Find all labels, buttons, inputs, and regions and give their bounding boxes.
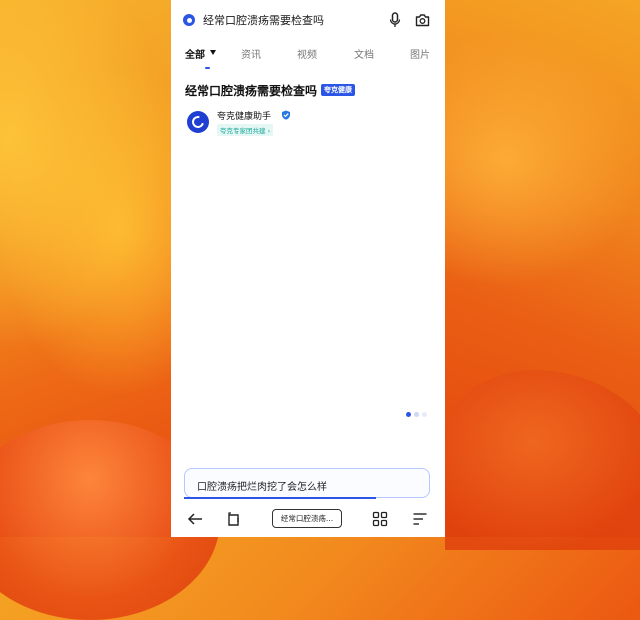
search-query[interactable]: 经常口腔溃疡需要检查吗 (203, 12, 324, 28)
grid-icon[interactable] (372, 511, 388, 527)
mic-icon[interactable] (388, 12, 402, 28)
tab-images[interactable]: 图片 (410, 46, 430, 61)
related-search-suggestion[interactable]: 口腔溃疡把烂肉挖了会怎么样 (184, 468, 430, 499)
search-bar[interactable]: 经常口腔溃疡需要检查吗 (171, 0, 445, 40)
suggestion-text[interactable]: 口腔溃疡把烂肉挖了会怎么样 (197, 478, 327, 493)
search-tabs: 全部 资讯 视频 文档 图片 (171, 44, 445, 66)
pager-dot-active (406, 412, 411, 417)
browser-window: 经常口腔溃疡需要检查吗 全部 资讯 视频 文档 图片 经常口腔溃疡需要检查吗 夸… (171, 0, 445, 537)
camera-icon[interactable] (415, 13, 430, 27)
tab-switch-icon[interactable] (227, 511, 243, 527)
assistant-name: 夸克健康助手 (217, 112, 272, 122)
menu-icon[interactable] (412, 511, 428, 527)
suggestion-progress-bar (184, 497, 376, 499)
desktop-wallpaper-right (445, 0, 640, 550)
avatar (187, 111, 209, 133)
pager-dot (422, 412, 427, 417)
tab-docs[interactable]: 文档 (354, 46, 374, 61)
verified-icon (282, 110, 290, 120)
back-arrow-icon[interactable] (187, 511, 203, 527)
desktop-wallpaper-left (0, 0, 220, 620)
tab-video[interactable]: 视频 (297, 46, 317, 61)
result-title-row: 经常口腔溃疡需要检查吗 夸克健康 (185, 81, 356, 99)
assistant-card[interactable]: 夸克健康助手 夸克专家团共建 › (185, 108, 435, 140)
page-indicator (406, 412, 427, 417)
health-badge: 夸克健康 (321, 84, 356, 96)
pager-dot (414, 412, 419, 417)
result-title[interactable]: 经常口腔溃疡需要检查吗 (185, 82, 317, 99)
current-tab-pill[interactable]: 经常口腔溃疡... (272, 509, 342, 528)
tab-all[interactable]: 全部 (185, 46, 205, 61)
active-tab-indicator (205, 67, 210, 69)
chevron-down-icon[interactable] (210, 50, 216, 55)
bottom-toolbar: 经常口腔溃疡... (171, 500, 445, 537)
quark-logo-icon (183, 14, 195, 26)
tab-news[interactable]: 资讯 (241, 46, 261, 61)
expert-tag[interactable]: 夸克专家团共建 › (217, 124, 274, 136)
